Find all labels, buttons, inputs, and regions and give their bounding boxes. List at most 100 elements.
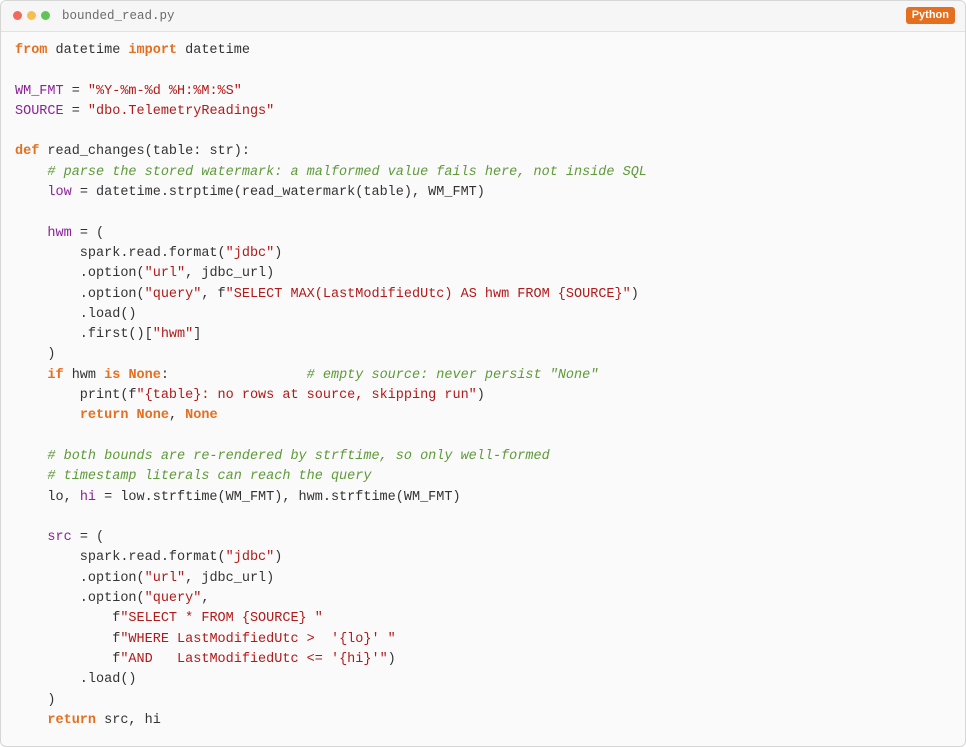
code-line: .option("url", jdbc_url) bbox=[15, 569, 955, 589]
code-text: = bbox=[63, 103, 88, 119]
comment-token: # timestamp literals can reach the query bbox=[47, 469, 372, 485]
variable-token: hwm bbox=[47, 225, 72, 241]
variable-token: SOURCE bbox=[15, 103, 64, 119]
code-block[interactable]: from datetime import datetime WM_FMT = "%… bbox=[15, 41, 955, 731]
code-text: datetime bbox=[177, 43, 250, 58]
comment-token: # empty source: never persist "None" bbox=[306, 367, 599, 383]
keyword-token: if bbox=[47, 367, 64, 383]
code-text: lo, bbox=[15, 489, 80, 505]
keyword-token: from bbox=[15, 43, 48, 58]
code-text: , f bbox=[201, 286, 226, 302]
code-text: ) bbox=[630, 286, 639, 302]
minimize-dot-icon[interactable] bbox=[27, 11, 36, 20]
string-token: "SELECT * FROM {SOURCE} " bbox=[120, 611, 323, 627]
code-text: .option( bbox=[15, 266, 145, 282]
language-badge: Python bbox=[905, 7, 955, 24]
variable-token: WM_FMT bbox=[15, 83, 64, 99]
code-line: ) bbox=[15, 345, 955, 365]
code-line: hwm = ( bbox=[15, 224, 955, 244]
code-text: f bbox=[15, 651, 121, 667]
string-token: "jdbc" bbox=[225, 245, 275, 261]
code-line: # timestamp literals can reach the query bbox=[15, 467, 955, 487]
code-text: spark.read.format( bbox=[15, 550, 226, 566]
code-text: .first()[ bbox=[15, 327, 153, 343]
code-line: return None, None bbox=[15, 406, 955, 426]
code-line: return src, hi bbox=[15, 711, 955, 731]
code-line: f"WHERE LastModifiedUtc > '{lo}' " bbox=[15, 630, 955, 650]
keyword-token: None bbox=[185, 408, 218, 424]
code-text: : bbox=[160, 367, 307, 383]
string-token: "query" bbox=[144, 286, 202, 302]
code-text: hwm bbox=[63, 367, 105, 383]
code-text: ) bbox=[387, 651, 396, 667]
code-text: .load() bbox=[15, 306, 137, 322]
code-line: .load() bbox=[15, 670, 955, 690]
string-token: "url" bbox=[144, 570, 186, 586]
comment-token: # parse the stored watermark: a malforme… bbox=[47, 164, 647, 180]
code-text: , bbox=[201, 591, 210, 607]
string-token: "%Y-%m-%d %H:%M:%S" bbox=[87, 83, 242, 99]
code-line: f"SELECT * FROM {SOURCE} " bbox=[15, 609, 955, 629]
code-line: .load() bbox=[15, 305, 955, 325]
keyword-token: return bbox=[47, 712, 97, 728]
code-text: read_changes(table: str): bbox=[39, 144, 250, 160]
keyword-token: None bbox=[136, 408, 169, 424]
keyword-token: def bbox=[15, 144, 40, 160]
code-text: .option( bbox=[15, 570, 145, 586]
code-text: print(f bbox=[15, 388, 137, 404]
file-name: bounded_read.py bbox=[62, 9, 175, 23]
code-line: if hwm is None: # empty source: never pe… bbox=[15, 366, 955, 386]
code-line: from datetime import datetime bbox=[15, 41, 955, 61]
close-dot-icon[interactable] bbox=[13, 11, 22, 20]
code-line: ) bbox=[15, 691, 955, 711]
code-text: ) bbox=[15, 692, 56, 708]
string-token: "jdbc" bbox=[225, 550, 275, 566]
code-line: lo, hi = low.strftime(WM_FMT), hwm.strft… bbox=[15, 488, 955, 508]
code-text: , jdbc_url) bbox=[185, 570, 275, 586]
code-line: src = ( bbox=[15, 528, 955, 548]
code-text: f bbox=[15, 631, 121, 647]
code-line: .option("query", f"SELECT MAX(LastModifi… bbox=[15, 285, 955, 305]
code-text: .option( bbox=[15, 286, 145, 302]
code-text: ) bbox=[476, 388, 485, 404]
variable-token: hi bbox=[79, 489, 97, 505]
title-bar: bounded_read.py Python bbox=[1, 1, 965, 32]
keyword-token: return bbox=[79, 408, 129, 424]
code-text: = ( bbox=[71, 225, 105, 241]
string-token: "SELECT MAX(LastModifiedUtc) AS hwm FROM… bbox=[225, 286, 631, 302]
maximize-dot-icon[interactable] bbox=[41, 11, 50, 20]
editor-window: bounded_read.py Python from datetime imp… bbox=[0, 0, 966, 747]
code-text: ) bbox=[274, 550, 283, 566]
code-line: .option("query", bbox=[15, 589, 955, 609]
code-line: f"AND LastModifiedUtc <= '{hi}'") bbox=[15, 650, 955, 670]
code-line: .option("url", jdbc_url) bbox=[15, 264, 955, 284]
code-line: low = datetime.strptime(read_watermark(t… bbox=[15, 183, 955, 203]
string-token: "WHERE LastModifiedUtc > '{lo}' " bbox=[120, 631, 396, 647]
code-line: WM_FMT = "%Y-%m-%d %H:%M:%S" bbox=[15, 82, 955, 102]
keyword-token: import bbox=[128, 43, 178, 58]
code-text: ] bbox=[193, 327, 202, 343]
code-text: ) bbox=[274, 245, 283, 261]
variable-token: low bbox=[47, 185, 72, 201]
code-text: = ( bbox=[71, 530, 105, 546]
code-text: .load() bbox=[15, 672, 137, 688]
code-text: ) bbox=[15, 347, 56, 363]
string-token: "{table}: no rows at source, skipping ru… bbox=[136, 388, 477, 404]
code-text: = bbox=[63, 83, 88, 99]
string-token: "dbo.TelemetryReadings" bbox=[87, 103, 275, 119]
string-token: "query" bbox=[144, 591, 202, 607]
code-text: f bbox=[15, 611, 121, 627]
code-text: , jdbc_url) bbox=[185, 266, 275, 282]
